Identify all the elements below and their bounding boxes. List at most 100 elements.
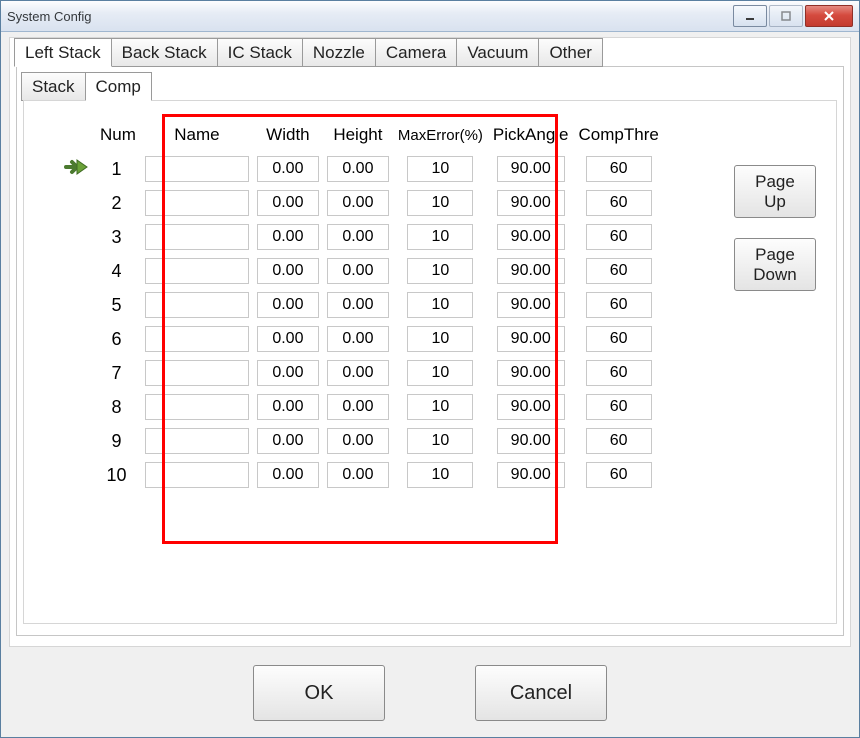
cancel-button[interactable]: Cancel bbox=[475, 665, 607, 721]
width-input[interactable] bbox=[257, 428, 319, 454]
name-input[interactable] bbox=[145, 428, 249, 454]
width-input[interactable] bbox=[257, 462, 319, 488]
compthre-input[interactable] bbox=[586, 462, 652, 488]
height-input[interactable] bbox=[327, 428, 389, 454]
height-input[interactable] bbox=[327, 394, 389, 420]
name-input[interactable] bbox=[145, 258, 249, 284]
height-input[interactable] bbox=[327, 326, 389, 352]
maxerror-input[interactable] bbox=[407, 224, 473, 250]
page-up-button[interactable]: Page Up bbox=[734, 165, 816, 218]
outer-tab-other[interactable]: Other bbox=[538, 38, 603, 67]
pickangle-input[interactable] bbox=[497, 360, 565, 386]
table-row: 4 bbox=[60, 257, 661, 285]
pickangle-input[interactable] bbox=[497, 258, 565, 284]
outer-tab-left-stack[interactable]: Left Stack bbox=[14, 38, 112, 67]
close-button[interactable] bbox=[805, 5, 853, 27]
maxerror-input[interactable] bbox=[407, 292, 473, 318]
minimize-button[interactable] bbox=[733, 5, 767, 27]
compthre-input[interactable] bbox=[586, 156, 652, 182]
inner-tab-comp[interactable]: Comp bbox=[85, 72, 152, 101]
table-row: 8 bbox=[60, 393, 661, 421]
width-input[interactable] bbox=[257, 292, 319, 318]
name-input[interactable] bbox=[145, 394, 249, 420]
maxerror-input[interactable] bbox=[407, 190, 473, 216]
pickangle-input[interactable] bbox=[497, 156, 565, 182]
name-input[interactable] bbox=[145, 224, 249, 250]
compthre-input[interactable] bbox=[586, 428, 652, 454]
width-input[interactable] bbox=[257, 394, 319, 420]
pickangle-input[interactable] bbox=[497, 190, 565, 216]
footer: OK Cancel bbox=[9, 657, 851, 729]
outer-tab-ic-stack[interactable]: IC Stack bbox=[217, 38, 303, 67]
maximize-button[interactable] bbox=[769, 5, 803, 27]
name-input[interactable] bbox=[145, 156, 249, 182]
close-icon bbox=[823, 10, 835, 22]
table-row: 3 bbox=[60, 223, 661, 251]
compthre-input[interactable] bbox=[586, 258, 652, 284]
pickangle-input[interactable] bbox=[497, 326, 565, 352]
side-buttons: Page Up Page Down bbox=[734, 165, 816, 291]
width-input[interactable] bbox=[257, 360, 319, 386]
outer-tab-back-stack[interactable]: Back Stack bbox=[111, 38, 218, 67]
pickangle-input[interactable] bbox=[497, 394, 565, 420]
width-input[interactable] bbox=[257, 156, 319, 182]
table-row: 1 bbox=[60, 155, 661, 183]
pickangle-input[interactable] bbox=[497, 428, 565, 454]
height-input[interactable] bbox=[327, 360, 389, 386]
compthre-input[interactable] bbox=[586, 292, 652, 318]
name-input[interactable] bbox=[145, 360, 249, 386]
row-num: 9 bbox=[98, 427, 138, 455]
width-input[interactable] bbox=[257, 190, 319, 216]
compthre-input[interactable] bbox=[586, 394, 652, 420]
compthre-input[interactable] bbox=[586, 224, 652, 250]
comp-grid: Num Name Width Height MaxError(%) PickAn… bbox=[54, 115, 667, 495]
compthre-input[interactable] bbox=[586, 326, 652, 352]
header-pickangle: PickAngle bbox=[491, 121, 571, 149]
height-input[interactable] bbox=[327, 224, 389, 250]
inner-tab-stack[interactable]: Stack bbox=[21, 72, 86, 101]
maxerror-input[interactable] bbox=[407, 258, 473, 284]
height-input[interactable] bbox=[327, 156, 389, 182]
row-num: 4 bbox=[98, 257, 138, 285]
row-num: 2 bbox=[98, 189, 138, 217]
inner-tabs: StackComp bbox=[17, 67, 843, 100]
table-row: 10 bbox=[60, 461, 661, 489]
row-num: 6 bbox=[98, 325, 138, 353]
name-input[interactable] bbox=[145, 462, 249, 488]
ok-button[interactable]: OK bbox=[253, 665, 385, 721]
width-input[interactable] bbox=[257, 224, 319, 250]
width-input[interactable] bbox=[257, 258, 319, 284]
name-input[interactable] bbox=[145, 190, 249, 216]
outer-tab-camera[interactable]: Camera bbox=[375, 38, 457, 67]
row-num: 3 bbox=[98, 223, 138, 251]
maxerror-input[interactable] bbox=[407, 428, 473, 454]
page-down-button[interactable]: Page Down bbox=[734, 238, 816, 291]
name-input[interactable] bbox=[145, 292, 249, 318]
maxerror-input[interactable] bbox=[407, 326, 473, 352]
header-name: Name bbox=[144, 121, 250, 149]
height-input[interactable] bbox=[327, 292, 389, 318]
minimize-icon bbox=[744, 10, 756, 22]
maxerror-input[interactable] bbox=[407, 394, 473, 420]
pickangle-input[interactable] bbox=[497, 292, 565, 318]
compthre-input[interactable] bbox=[586, 360, 652, 386]
pickangle-input[interactable] bbox=[497, 224, 565, 250]
comp-panel: Num Name Width Height MaxError(%) PickAn… bbox=[23, 100, 837, 624]
table-row: 7 bbox=[60, 359, 661, 387]
table-row: 6 bbox=[60, 325, 661, 353]
pickangle-input[interactable] bbox=[497, 462, 565, 488]
maxerror-input[interactable] bbox=[407, 462, 473, 488]
name-input[interactable] bbox=[145, 326, 249, 352]
header-height: Height bbox=[326, 121, 390, 149]
height-input[interactable] bbox=[327, 462, 389, 488]
outer-tab-nozzle[interactable]: Nozzle bbox=[302, 38, 376, 67]
maxerror-input[interactable] bbox=[407, 360, 473, 386]
grid-wrap: Num Name Width Height MaxError(%) PickAn… bbox=[54, 115, 824, 495]
compthre-input[interactable] bbox=[586, 190, 652, 216]
outer-tab-vacuum[interactable]: Vacuum bbox=[456, 38, 539, 67]
height-input[interactable] bbox=[327, 190, 389, 216]
outer-tabs: Left StackBack StackIC StackNozzleCamera… bbox=[10, 37, 850, 66]
width-input[interactable] bbox=[257, 326, 319, 352]
height-input[interactable] bbox=[327, 258, 389, 284]
maxerror-input[interactable] bbox=[407, 156, 473, 182]
